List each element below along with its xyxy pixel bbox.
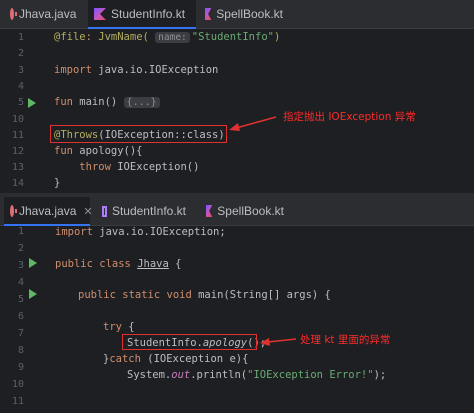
annotation-arrow-icon [260, 338, 297, 346]
annotation-note: 指定抛出 IOException 异常 [283, 111, 416, 123]
annotation-note: 处理 kt 里面的异常 [300, 334, 391, 346]
bottom-editor-pane: Jhava.java ✕ StudentInfo.kt SpellBook.kt… [0, 197, 474, 413]
top-editor-pane: Jhava.java StudentInfo.kt SpellBook.kt 1… [0, 0, 474, 193]
annotation-arrow-icon [229, 116, 277, 131]
